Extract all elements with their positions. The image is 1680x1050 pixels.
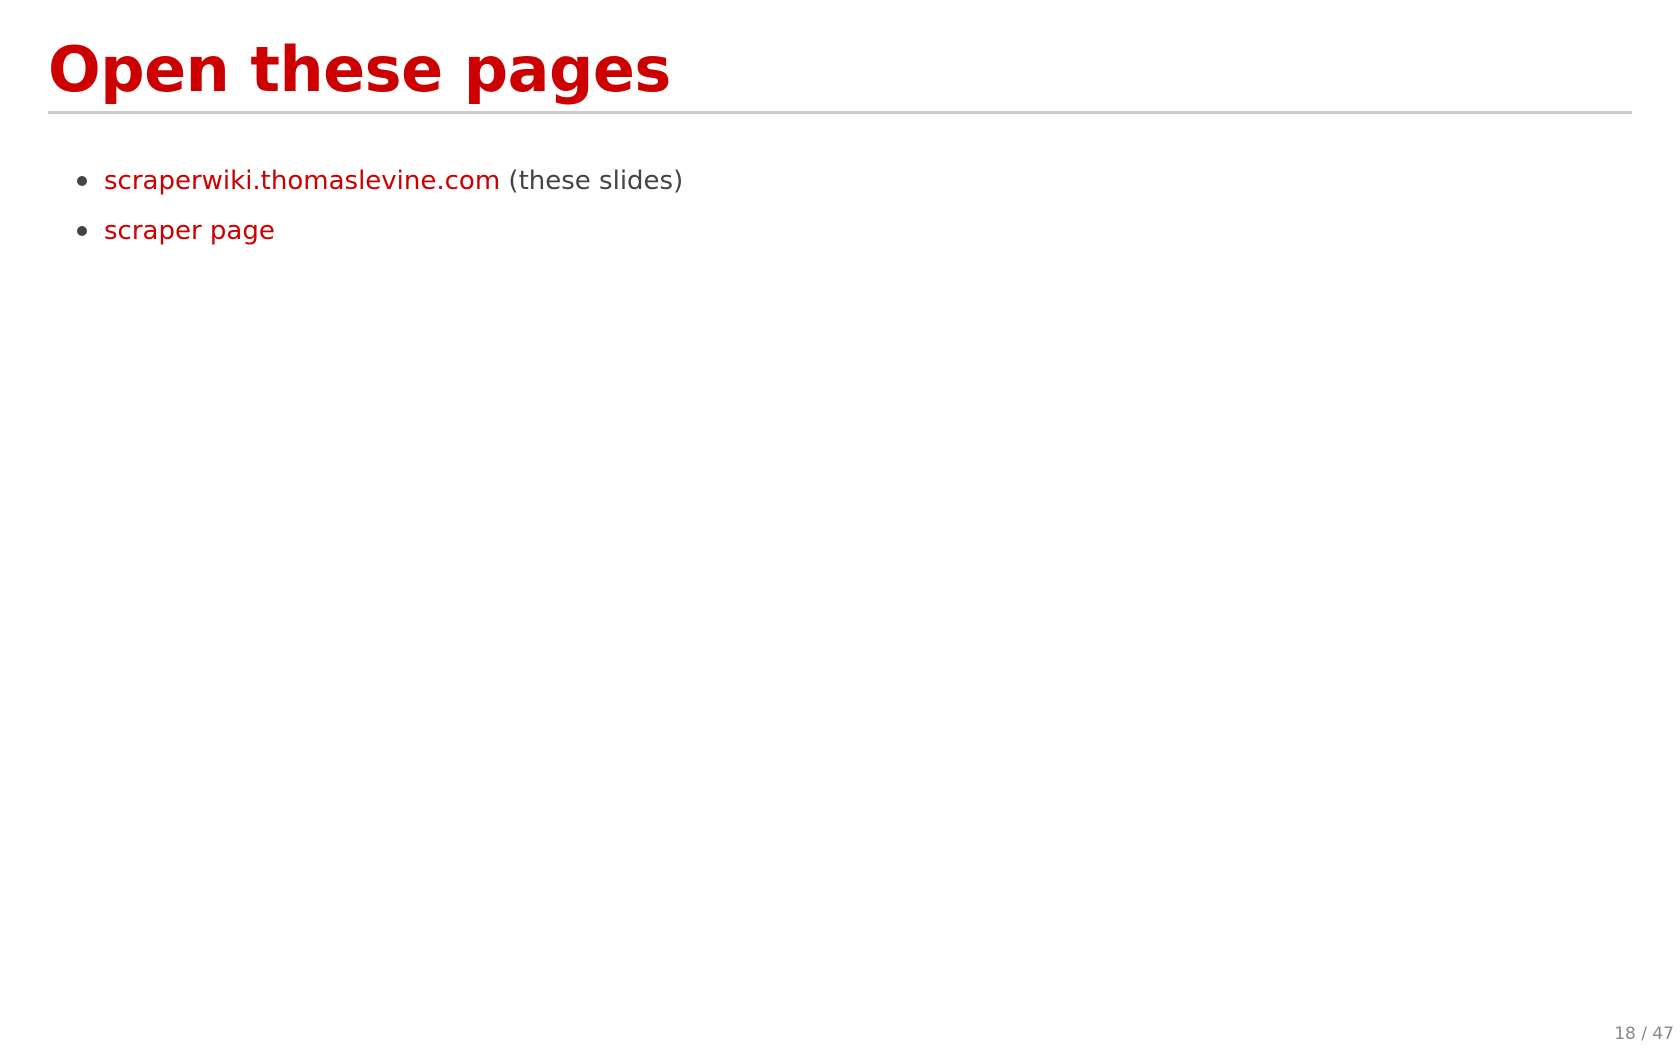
list-item: scraperwiki.thomaslevine.com (these slid… bbox=[48, 156, 683, 206]
page-counter: 18 / 47 bbox=[1614, 1024, 1674, 1044]
link-note: (these slides) bbox=[500, 166, 684, 196]
bullet-icon bbox=[77, 226, 87, 236]
bullet-list: scraperwiki.thomaslevine.com (these slid… bbox=[48, 156, 683, 256]
scraper-page-link[interactable]: scraper page bbox=[104, 216, 275, 246]
slides-site-link[interactable]: scraperwiki.thomaslevine.com bbox=[104, 166, 500, 196]
slide-title: Open these pages bbox=[48, 34, 1632, 115]
slide: Open these pages scraperwiki.thomaslevin… bbox=[0, 0, 1680, 1050]
list-item: scraper page bbox=[48, 206, 683, 256]
bullet-icon bbox=[77, 176, 87, 186]
